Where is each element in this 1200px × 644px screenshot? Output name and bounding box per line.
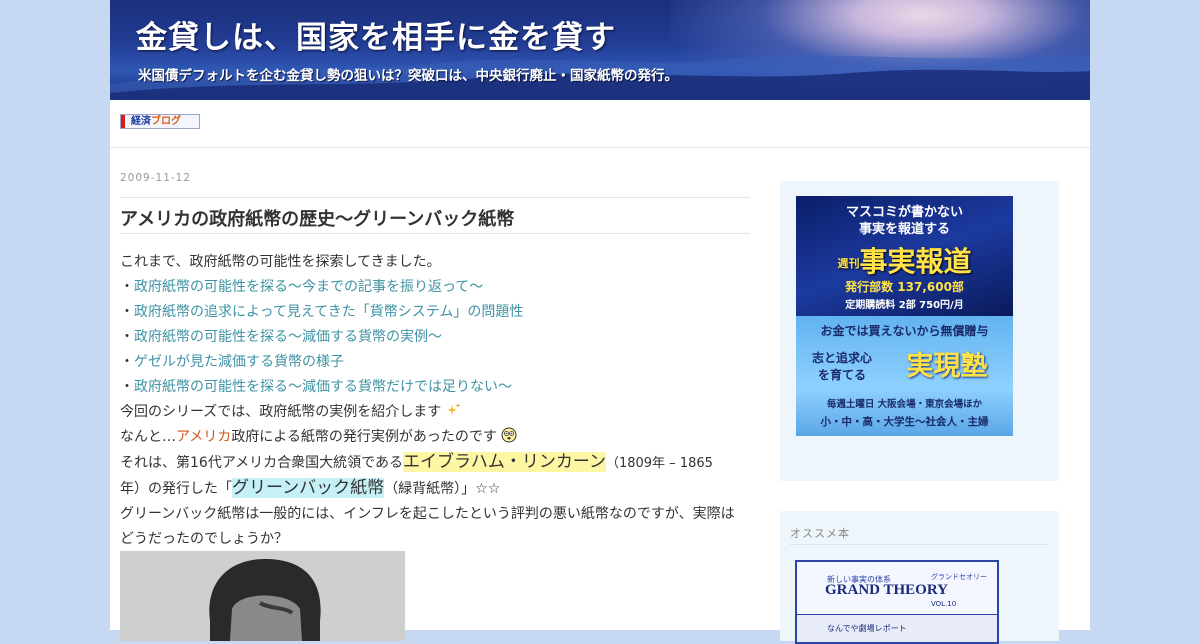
intro-line: これまで、政府紙幣の可能性を探索してきました。 [120, 254, 441, 270]
recommended-book-cover[interactable]: 新しい事実の体系 グランドセオリー GRAND THEORY VOL.10 なん… [795, 560, 999, 644]
america-prefix: なんと… [120, 429, 176, 445]
page: 金貸しは、国家を相手に金を貸す 米国債デフォルトを企む金貸し勢の狙いは？突破口は… [110, 0, 1090, 644]
ad-circulation: 発行部数 137,600部 [845, 280, 964, 294]
post-body: これまで、政府紙幣の可能性を探索してきました。 ・政府紙幣の可能性を探る〜今まで… [120, 250, 750, 552]
post-title[interactable]: アメリカの政府紙幣の歴史〜グリーンバック紙幣 [120, 205, 514, 231]
post-date: 2009-11-12 [120, 172, 192, 184]
book-lower-panel: なんでや劇場レポート [797, 614, 997, 642]
ad-subscription: 定期購読料 2部 750円/月 [845, 300, 964, 311]
list-item: ・政府紙幣の可能性を探る〜減価する貨幣だけでは足りない〜 [120, 375, 750, 400]
ad-weekly: 週刊 [837, 257, 860, 270]
post-link-5[interactable]: 政府紙幣の可能性を探る〜減価する貨幣だけでは足りない〜 [134, 379, 512, 395]
list-item: ・政府紙幣の可能性を探る〜今までの記事を振り返って〜 [120, 275, 750, 300]
question-line-1: グリーンバック紙幣は一般的には、インフレを起こしたという評判の悪い紙幣なのですが… [120, 506, 735, 522]
book-title: GRAND THEORY [825, 582, 948, 598]
lincoln-line: それは、第16代アメリカ合衆国大統領であるエイブラハム・リンカーン（1809年 … [120, 450, 750, 476]
portrait-image [120, 551, 405, 641]
ad-bottom-panel: お金では買えないから無償贈与 志と追求心 を育てる 実現塾 毎週土曜日 大阪会場… [796, 316, 1013, 436]
heading-divider [790, 544, 1048, 545]
ad-name: 事実報道 [859, 245, 972, 278]
book-volume: VOL.10 [931, 600, 957, 608]
post-link-3[interactable]: 政府紙幣の可能性を探る〜減価する貨幣の実例〜 [134, 329, 442, 345]
sparkle-icon [446, 403, 461, 415]
site-subtitle: 米国債デフォルトを企む金貸し勢の狙いは？突破口は、中央銀行廃止・国家紙幣の発行。 [138, 68, 678, 84]
question-line-2: どうだったのでしょうか？ [120, 531, 288, 547]
book-kana: グランドセオリー [931, 573, 987, 581]
recommend-heading: オススメ本 [790, 527, 850, 540]
lincoln-years: （1809年 – 1865 [605, 456, 713, 471]
ad-school-name: 実現塾 [906, 351, 988, 382]
bullet: ・ [120, 304, 134, 320]
newspaper-ad-banner[interactable]: マスコミが書かない 事実を報道する 週刊事実報道 発行部数 137,600部 定… [796, 196, 1013, 436]
ad-kokorozashi-2: を育てる [817, 368, 866, 382]
post-link-4[interactable]: ゲゼルが見た減価する貨幣の様子 [134, 354, 344, 370]
lincoln-prefix: それは、第16代アメリカ合衆国大統領である [120, 455, 403, 471]
bullet: ・ [120, 329, 134, 345]
lincoln-photo [120, 551, 405, 641]
ad-kokorozashi-1: 志と追求心 [811, 351, 872, 365]
badge-label-blog: ブログ [151, 116, 181, 127]
site-title[interactable]: 金貸しは、国家を相手に金を貸す [136, 12, 616, 57]
ad-top-panel: マスコミが書かない 事実を報道する 週刊事実報道 発行部数 137,600部 定… [796, 196, 1013, 316]
badge-red-mark [121, 115, 125, 128]
banner-area: 経済ブログ [110, 100, 1090, 148]
ad-kokorozashi: 志と追求心 を育てる [802, 350, 882, 384]
book-subtitle: なんでや劇場レポート [827, 624, 907, 633]
greenback-line: 年）の発行した「グリーンバック紙幣（緑背紙幣）」☆☆ [120, 476, 750, 502]
sidebar-ad-box: マスコミが書かない 事実を報道する 週刊事実報道 発行部数 137,600部 定… [780, 181, 1059, 481]
ad-audience: 小・中・高・大学生〜社会人・主婦 [820, 416, 989, 428]
site-header[interactable]: 金貸しは、国家を相手に金を貸す 米国債デフォルトを企む金貸し勢の狙いは？突破口は… [110, 0, 1090, 100]
post-title-bar: アメリカの政府紙幣の歴史〜グリーンバック紙幣 [120, 197, 750, 234]
america-suffix: 政府による紙幣の発行実例があったのです [231, 429, 497, 445]
bullet: ・ [120, 279, 134, 295]
sidebar-recommend-box: オススメ本 新しい事実の体系 グランドセオリー GRAND THEORY VOL… [780, 511, 1059, 644]
bullet: ・ [120, 379, 134, 395]
list-item: ・ゲゼルが見た減価する貨幣の様子 [120, 350, 750, 375]
list-item: ・政府紙幣の可能性を探る〜減価する貨幣の実例〜 [120, 325, 750, 350]
bullet: ・ [120, 354, 134, 370]
economy-blog-badge[interactable]: 経済ブログ [120, 114, 200, 129]
series-text: 今回のシリーズでは、政府紙幣の実例を紹介します [120, 404, 442, 420]
series-line: 今回のシリーズでは、政府紙幣の実例を紹介します [120, 400, 750, 425]
post-link-1[interactable]: 政府紙幣の可能性を探る〜今までの記事を振り返って〜 [134, 279, 483, 295]
america-line: なんと…アメリカ政府による紙幣の発行実例があったのです [120, 425, 750, 450]
issue-prefix: 年）の発行した「 [120, 481, 232, 497]
surprised-face-icon [501, 427, 517, 443]
lincoln-name-highlight: エイブラハム・リンカーン [402, 452, 606, 472]
ad-free-gift: お金では買えないから無償贈与 [820, 324, 989, 338]
greenback-highlight: グリーンバック紙幣 [232, 478, 385, 498]
badge-label-economy: 経済 [131, 116, 151, 127]
america-link[interactable]: アメリカ [176, 429, 231, 445]
ad-schedule: 毎週土曜日 大阪会場・東京会場ほか [826, 399, 983, 410]
ad-line-2: 事実を報道する [858, 222, 950, 237]
ad-paper-name: 週刊事実報道 [796, 240, 1013, 280]
list-item: ・政府紙幣の追求によって見えてきた「貨幣システム」の問題性 [120, 300, 750, 325]
issue-suffix: （緑背紙幣）」☆☆ [384, 481, 501, 497]
post-link-2[interactable]: 政府紙幣の追求によって見えてきた「貨幣システム」の問題性 [134, 304, 523, 320]
